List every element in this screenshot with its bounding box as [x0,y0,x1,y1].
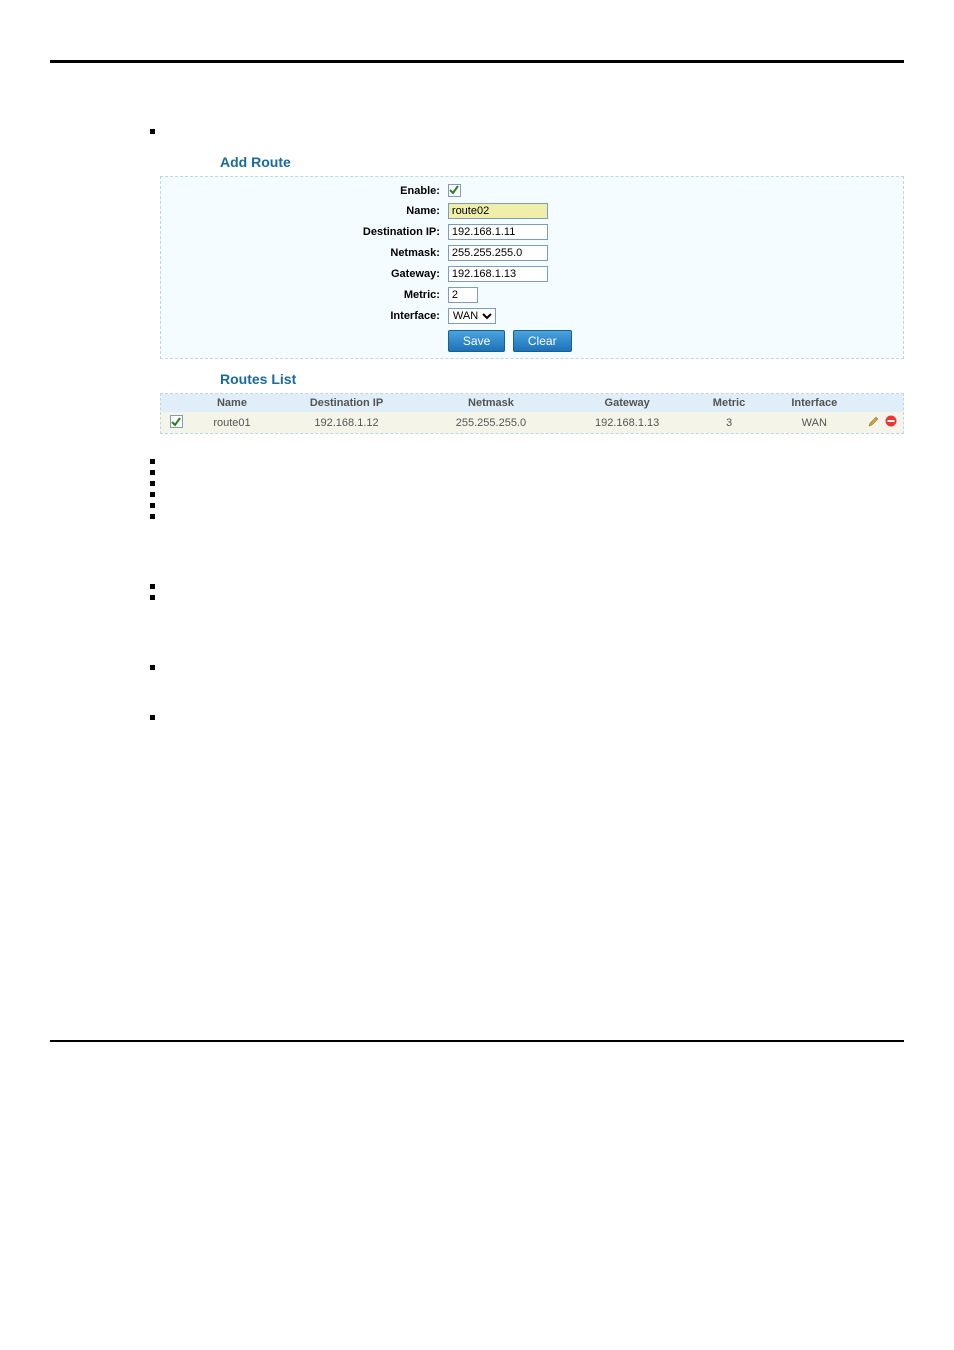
edit-icon[interactable] [868,415,880,427]
bottom-rule [50,1040,904,1042]
icon-description-list [150,660,904,720]
interface-label: Interface: [165,305,444,326]
list-item [150,660,904,670]
gateway-label: Gateway: [165,263,444,284]
save-button[interactable]: Save [448,330,505,352]
add-route-title: Add Route [220,154,904,170]
hdr-interface: Interface [766,394,863,412]
row-gateway: 192.168.1.13 [562,412,693,433]
row-name: route01 [191,412,273,433]
name-input[interactable] [448,203,548,219]
hdr-dest: Destination IP [273,394,420,412]
dest-label: Destination IP: [165,221,444,242]
field-description-list [150,454,904,519]
top-rule [50,60,904,63]
add-route-panel: Enable: Name: Destination IP: N [160,176,904,359]
button-description-list [150,579,904,600]
interface-select[interactable]: WAN [448,308,496,324]
list-item [150,710,904,720]
row-dest: 192.168.1.12 [273,412,420,433]
hdr-gateway: Gateway [562,394,693,412]
list-item [150,487,904,497]
list-item [150,498,904,508]
list-item [150,509,904,519]
delete-icon[interactable] [885,415,897,427]
list-item [150,476,904,486]
row-metric: 3 [692,412,765,433]
hdr-netmask: Netmask [420,394,562,412]
routes-list-title: Routes List [220,371,904,387]
enable-checkbox[interactable] [448,184,461,197]
name-label: Name: [165,200,444,221]
route-config-screenshot: Add Route Enable: Name: Destination IP: [160,154,904,434]
row-netmask: 255.255.255.0 [420,412,562,433]
routes-list-panel: Name Destination IP Netmask Gateway Metr… [160,393,904,434]
netmask-label: Netmask: [165,242,444,263]
bullet-marker [150,129,155,134]
clear-button[interactable]: Clear [513,330,572,352]
row-interface: WAN [766,412,863,433]
metric-input[interactable] [448,287,478,303]
hdr-metric: Metric [692,394,765,412]
gateway-input[interactable] [448,266,548,282]
row-enable-checkbox[interactable] [170,415,183,428]
hdr-name: Name [191,394,273,412]
dest-ip-input[interactable] [448,224,548,240]
list-item [150,465,904,475]
list-item [150,454,904,464]
table-header-row: Name Destination IP Netmask Gateway Metr… [161,394,903,412]
intro-bullet [150,123,904,134]
enable-label: Enable: [165,181,444,200]
list-item [150,590,904,600]
table-row: route01 192.168.1.12 255.255.255.0 192.1… [161,412,903,433]
list-item [150,579,904,589]
netmask-input[interactable] [448,245,548,261]
metric-label: Metric: [165,284,444,305]
